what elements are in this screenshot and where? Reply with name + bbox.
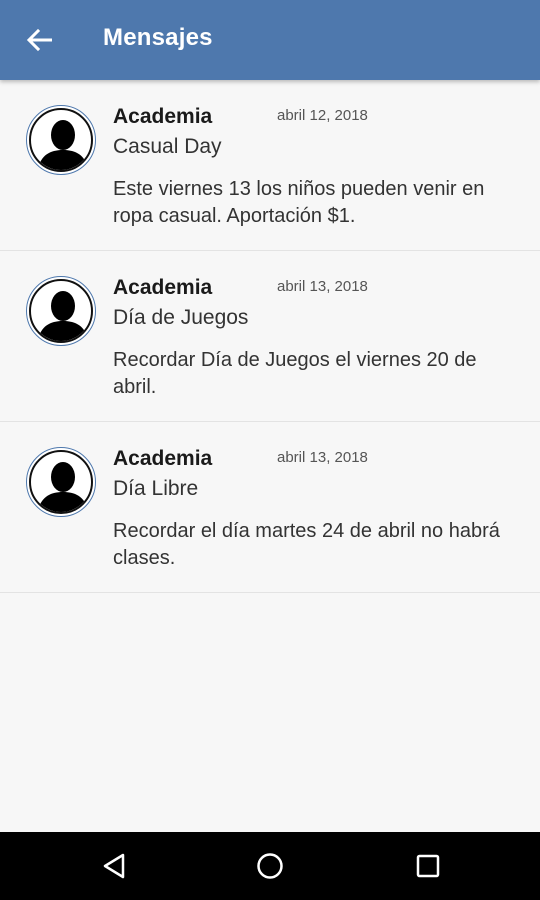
person-silhouette-icon xyxy=(37,291,89,341)
circle-home-icon xyxy=(257,853,283,879)
triangle-back-icon xyxy=(103,853,125,879)
system-nav-bar xyxy=(0,832,540,900)
avatar xyxy=(26,276,96,346)
message-date: abril 12, 2018 xyxy=(277,107,368,124)
message-item[interactable]: Academia abril 13, 2018 Día de Juegos Re… xyxy=(0,251,540,422)
back-button[interactable] xyxy=(20,22,60,58)
app-bar: Mensajes xyxy=(0,0,540,80)
message-body: Recordar el día martes 24 de abril no ha… xyxy=(113,520,500,569)
arrow-left-icon xyxy=(26,28,52,52)
message-sender: Academia xyxy=(113,105,213,128)
message-body: Este viernes 13 los niños pueden venir e… xyxy=(113,178,485,227)
message-list: Academia abril 12, 2018 Casual Day Este … xyxy=(0,80,540,593)
message-item[interactable]: Academia abril 12, 2018 Casual Day Este … xyxy=(0,80,540,251)
nav-recents-button[interactable] xyxy=(408,846,448,886)
avatar xyxy=(26,105,96,175)
nav-home-button[interactable] xyxy=(250,846,290,886)
person-silhouette-icon xyxy=(37,120,89,170)
message-date: abril 13, 2018 xyxy=(277,278,368,295)
page-title: Mensajes xyxy=(103,24,213,51)
person-silhouette-icon xyxy=(37,462,89,512)
square-recents-icon xyxy=(416,854,440,878)
message-sender: Academia xyxy=(113,447,213,470)
app-screen: Mensajes Academia abril 12, 2018 Casual … xyxy=(0,0,540,900)
message-sender: Academia xyxy=(113,276,213,299)
avatar xyxy=(26,447,96,517)
message-date: abril 13, 2018 xyxy=(277,449,368,466)
message-subject: Día Libre xyxy=(113,477,199,500)
message-subject: Día de Juegos xyxy=(113,306,249,329)
message-subject: Casual Day xyxy=(113,135,222,158)
nav-back-button[interactable] xyxy=(94,846,134,886)
message-item[interactable]: Academia abril 13, 2018 Día Libre Record… xyxy=(0,422,540,593)
message-body: Recordar Día de Juegos el viernes 20 de … xyxy=(113,349,477,398)
